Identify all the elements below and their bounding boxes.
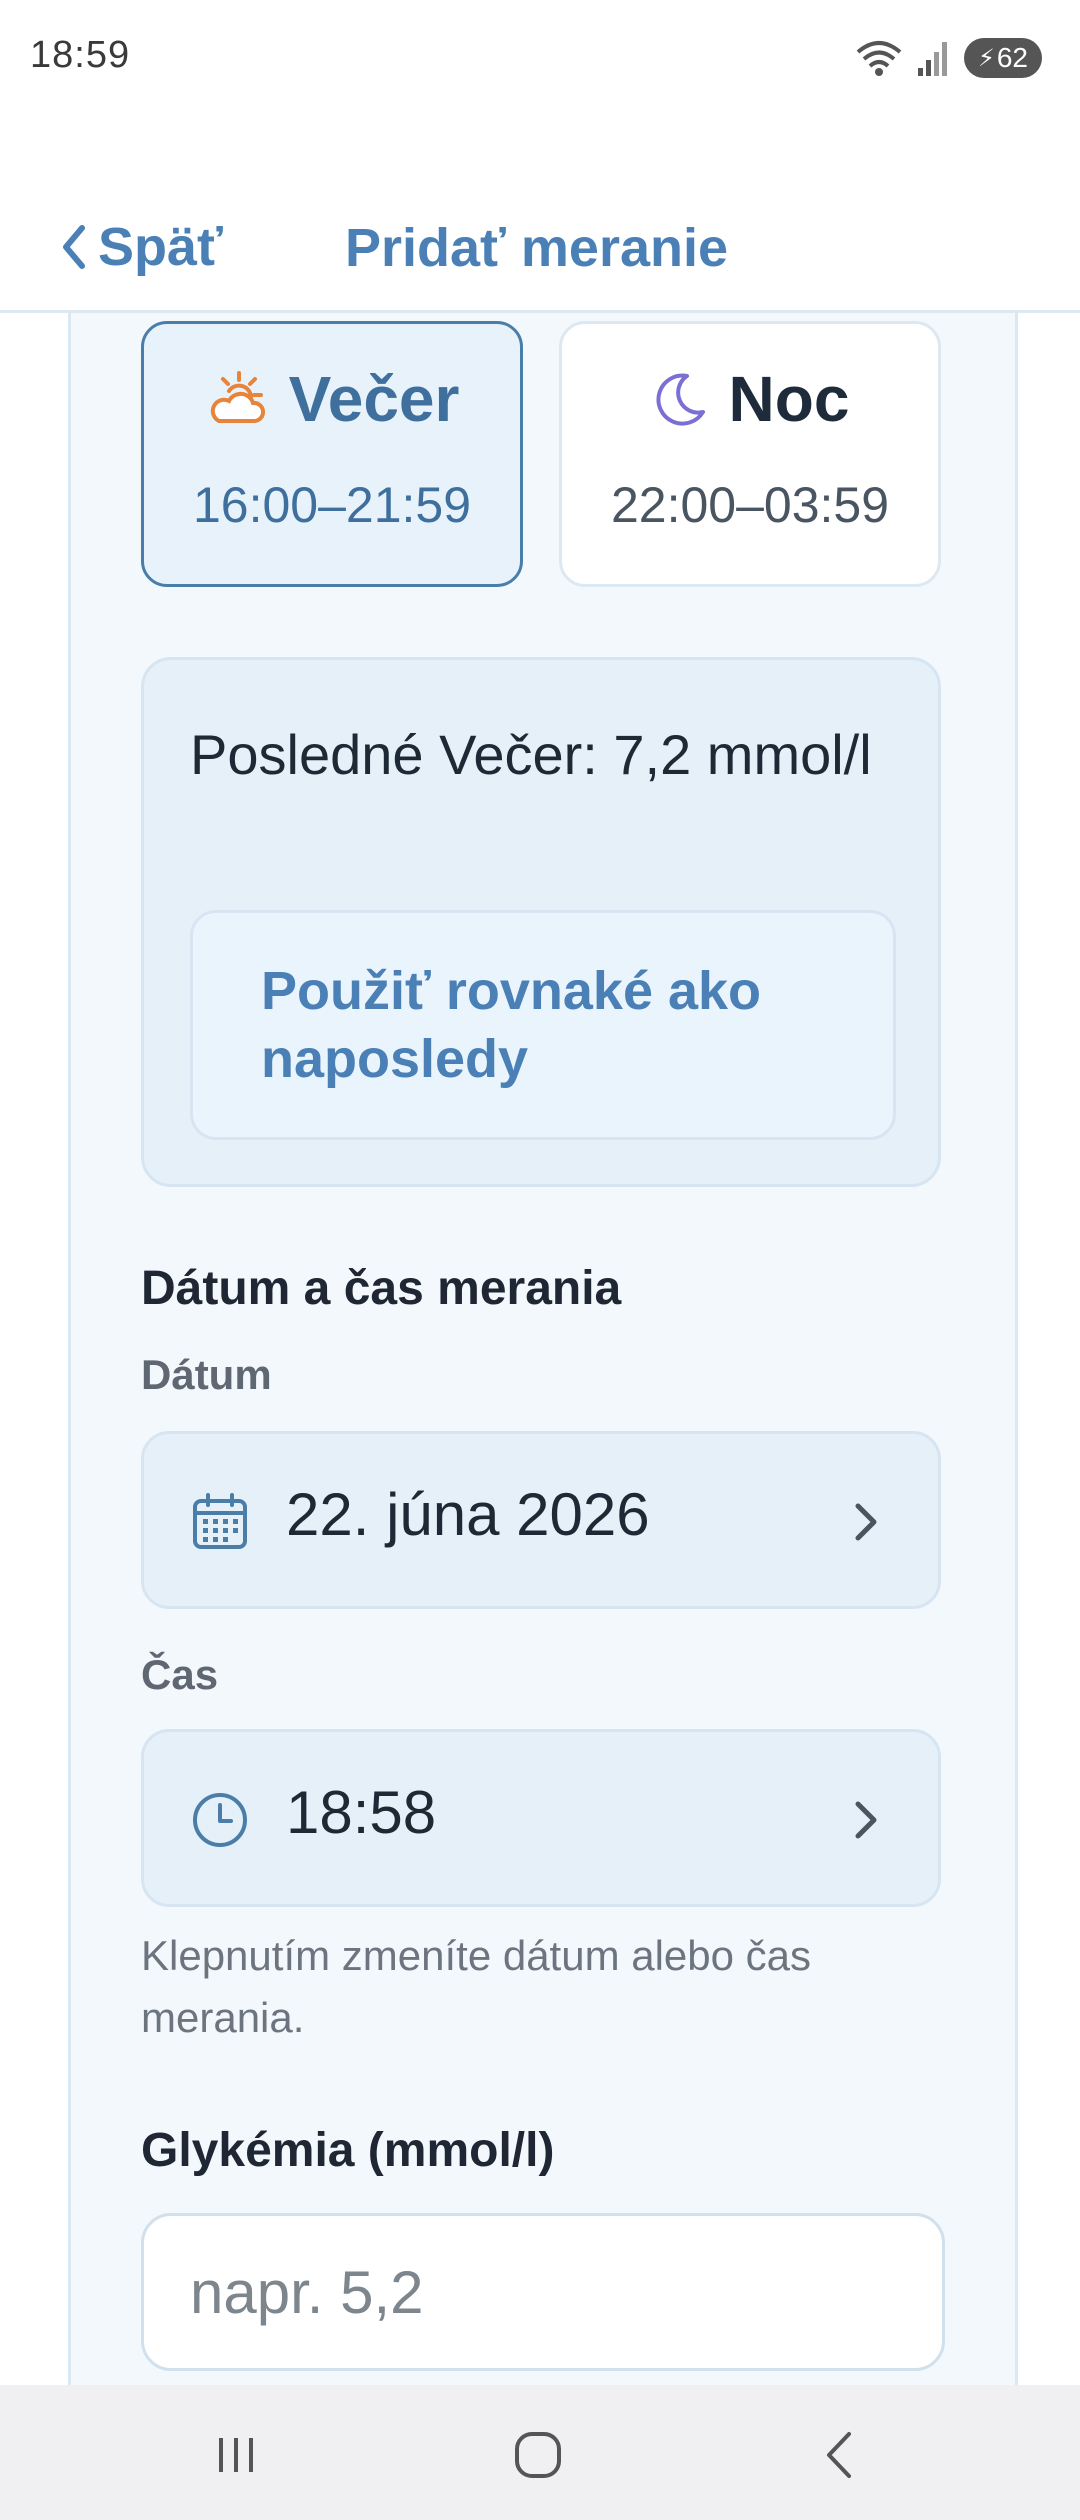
status-bar: 18:59 ⚡ 62 — [0, 0, 1080, 120]
chevron-right-icon — [855, 1801, 877, 1839]
glycemia-label: Glykémia (mmol/l) — [141, 2124, 555, 2177]
last-measurement-card: Posledné Večer: 7,2 mmol/l Použiť rovnak… — [141, 657, 941, 1187]
date-value: 22. júna 2026 — [286, 1481, 650, 1548]
moon-icon — [656, 373, 705, 426]
form-panel: Večer 16:00–21:59 Noc 22:00–03:59 Posled… — [68, 313, 1018, 2385]
glycemia-input[interactable] — [141, 2213, 945, 2371]
recent-apps-button[interactable] — [196, 2415, 276, 2495]
chevron-left-icon — [63, 225, 85, 269]
use-same-as-last-button[interactable]: Použiť rovnaké ako naposledy — [190, 910, 896, 1140]
calendar-icon — [193, 1493, 247, 1549]
date-label: Dátum — [141, 1351, 272, 1398]
period-option-evening[interactable]: Večer 16:00–21:59 — [141, 321, 523, 587]
period-name: Večer — [288, 363, 460, 435]
back-nav-button[interactable] — [800, 2415, 880, 2495]
back-label: Späť — [98, 217, 223, 277]
battery-charging-icon: ⚡ 62 — [964, 38, 1042, 78]
time-label: Čas — [141, 1651, 219, 1698]
partly-cloudy-sun-icon — [210, 371, 265, 423]
home-icon — [515, 2432, 561, 2478]
back-arrow-icon — [827, 2432, 851, 2478]
home-button[interactable] — [498, 2415, 578, 2495]
recent-apps-icon — [219, 2438, 253, 2472]
status-icons: ⚡ 62 — [854, 36, 1042, 80]
wifi-icon — [856, 41, 902, 76]
page-title: Pridať meranie — [345, 218, 729, 278]
app-header: Späť Pridať meranie — [0, 185, 1080, 313]
chevron-right-icon — [855, 1503, 877, 1541]
period-range: 22:00–03:59 — [610, 477, 890, 533]
signal-icon — [918, 42, 947, 76]
last-measurement-text: Posledné Večer: 7,2 mmol/l — [190, 723, 872, 786]
clock-icon — [193, 1793, 247, 1847]
system-nav-bar — [0, 2385, 1080, 2520]
period-range: 16:00–21:59 — [192, 477, 472, 533]
time-value: 18:58 — [286, 1779, 437, 1846]
battery-level: 62 — [996, 42, 1028, 73]
date-picker[interactable]: 22. júna 2026 — [141, 1431, 941, 1609]
back-button[interactable]: Späť — [58, 209, 223, 285]
period-name: Noc — [728, 363, 850, 435]
datetime-section-title: Dátum a čas merania — [141, 1262, 622, 1315]
use-same-as-last-label: Použiť rovnaké ako naposledy — [261, 961, 762, 1089]
status-time: 18:59 — [30, 34, 131, 76]
period-option-night[interactable]: Noc 22:00–03:59 — [559, 321, 941, 587]
datetime-hint: Klepnutím zmeníte dátum alebo čas merani… — [141, 1932, 812, 2041]
time-picker[interactable]: 18:58 — [141, 1729, 941, 1907]
